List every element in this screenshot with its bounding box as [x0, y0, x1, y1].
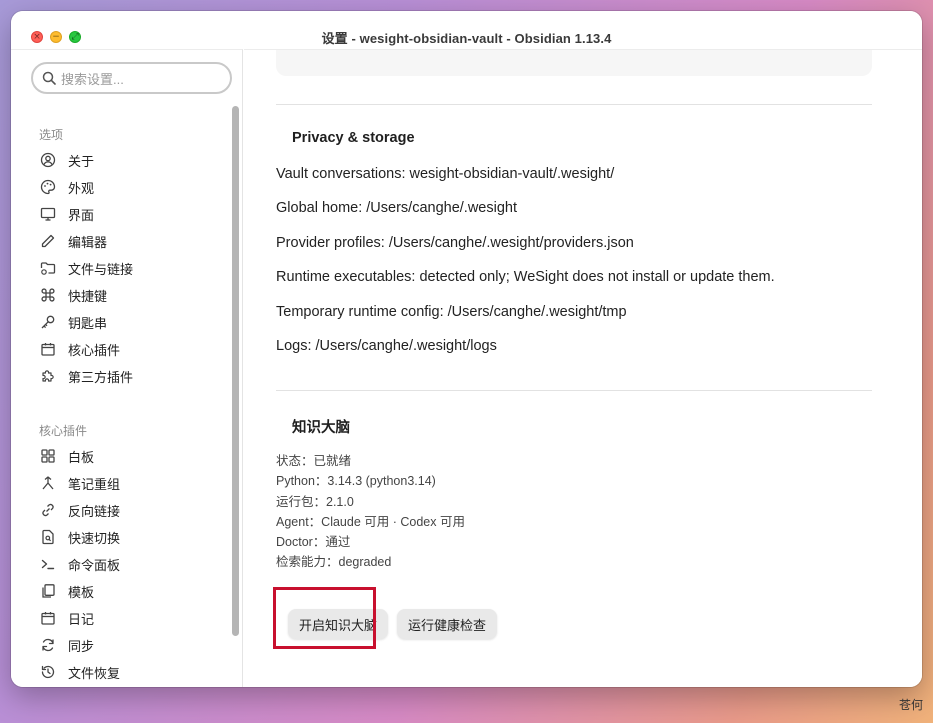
sidebar-item-label: 钥匙串: [68, 315, 108, 331]
sidebar-item-label: 快速切换: [68, 530, 121, 546]
monitor-icon: [39, 205, 57, 223]
sidebar-item-backlinks[interactable]: 反向链接: [33, 497, 229, 523]
sidebar-scrollbar[interactable]: [232, 106, 239, 636]
sidebar-item-label: 关于: [68, 153, 95, 169]
sidebar-item-community-plugins[interactable]: 第三方插件: [33, 363, 229, 389]
sidebar-item-label: 外观: [68, 180, 95, 196]
sync-icon: [39, 636, 57, 654]
previous-section-box: [276, 50, 872, 76]
window-title: 设置 - wesight-obsidian-vault - Obsidian 1…: [321, 31, 612, 46]
sidebar-item-about[interactable]: 关于: [33, 147, 229, 173]
sidebar-item-file-recovery[interactable]: 文件恢复: [33, 659, 229, 685]
user-circle-icon: [39, 151, 57, 169]
search-input[interactable]: [61, 69, 221, 89]
privacy-line: Vault conversations: wesight-obsidian-va…: [276, 166, 615, 182]
sidebar-item-templates[interactable]: 模板: [33, 578, 229, 604]
merge-icon: [39, 474, 57, 492]
sidebar-item-label: 第三方插件: [68, 369, 134, 385]
sidebar-item-label: 模板: [68, 584, 95, 600]
section-divider: [276, 390, 872, 391]
sidebar-item-note-composer[interactable]: 笔记重组: [33, 470, 229, 496]
sidebar-item-files-links[interactable]: 文件与链接: [33, 255, 229, 281]
brain-heading: 知识大脑: [292, 420, 350, 436]
sidebar-item-label: 白板: [68, 449, 95, 465]
sidebar-item-label: 文件与链接: [68, 261, 134, 277]
sidebar-item-appearance[interactable]: 外观: [33, 174, 229, 200]
sidebar-item-command-palette[interactable]: 命令面板: [33, 551, 229, 577]
highlight-box: [273, 587, 376, 649]
folder-link-icon: [39, 259, 57, 277]
command-icon: [39, 286, 57, 304]
brain-status-line: 检索能力：degraded: [276, 555, 392, 569]
history-icon: [39, 663, 57, 681]
options-section-label: 选项: [39, 128, 64, 142]
sidebar-item-sync[interactable]: 同步: [33, 632, 229, 658]
sidebar-item-label: 文件恢复: [68, 665, 121, 681]
key-icon: [39, 313, 57, 331]
search-icon: [42, 71, 56, 85]
settings-content: Privacy & storage Vault conversations: w…: [244, 49, 922, 687]
privacy-heading: Privacy & storage: [292, 130, 415, 146]
terminal-icon: [39, 555, 57, 573]
backlink-icon: [39, 501, 57, 519]
title-bar: × − ⤢ 设置 - wesight-obsidian-vault - Obsi…: [11, 11, 922, 49]
core-plugins-section-label: 核心插件: [39, 424, 88, 438]
palette-icon: [39, 178, 57, 196]
puzzle-icon: [39, 367, 57, 385]
sidebar-item-keychain[interactable]: 钥匙串: [33, 309, 229, 335]
files-icon: [39, 582, 57, 600]
privacy-line: Logs: /Users/canghe/.wesight/logs: [276, 338, 497, 354]
pen-icon: [39, 232, 57, 250]
calendar-plugin-icon: [39, 340, 57, 358]
sidebar-item-canvas[interactable]: 白板: [33, 443, 229, 469]
privacy-line: Temporary runtime config: /Users/canghe/…: [276, 304, 627, 320]
sidebar-item-interface[interactable]: 界面: [33, 201, 229, 227]
brain-status-line: Agent：Claude 可用 · Codex 可用: [276, 515, 465, 529]
sidebar-item-daily-notes[interactable]: 日记: [33, 605, 229, 631]
watermark: 苍何: [898, 698, 923, 712]
sidebar-item-label: 同步: [68, 638, 95, 654]
section-divider: [276, 104, 872, 105]
brain-status-line: Doctor：通过: [276, 535, 351, 549]
sidebar-item-quick-switcher[interactable]: 快速切换: [33, 524, 229, 550]
sidebar-item-hotkeys[interactable]: 快捷键: [33, 282, 229, 308]
calendar-icon: [39, 609, 57, 627]
search-box[interactable]: [31, 62, 232, 94]
privacy-line: Global home: /Users/canghe/.wesight: [276, 200, 517, 216]
sidebar-item-label: 笔记重组: [68, 476, 121, 492]
sidebar-item-label: 反向链接: [68, 503, 121, 519]
privacy-line: Runtime executables: detected only; WeSi…: [276, 269, 775, 285]
sidebar-item-label: 日记: [68, 611, 95, 627]
sidebar-item-label: 界面: [68, 207, 95, 223]
sidebar-item-editor[interactable]: 编辑器: [33, 228, 229, 254]
canvas-icon: [39, 447, 57, 465]
sidebar-item-label: 核心插件: [68, 342, 121, 358]
settings-window: × − ⤢ 设置 - wesight-obsidian-vault - Obsi…: [11, 11, 922, 687]
brain-status-line: Python：3.14.3 (python3.14): [276, 474, 436, 488]
sidebar-item-core-plugins[interactable]: 核心插件: [33, 336, 229, 362]
health-check-button[interactable]: 运行健康检查: [397, 609, 498, 639]
sidebar-item-label: 命令面板: [68, 557, 121, 573]
sidebar-item-label: 编辑器: [68, 234, 108, 250]
brain-status-line: 运行包：2.1.0: [276, 495, 354, 509]
privacy-line: Provider profiles: /Users/canghe/.wesigh…: [276, 235, 634, 251]
sidebar-item-label: 快捷键: [68, 288, 108, 304]
settings-sidebar: 选项 关于 外观 界面 编辑器 文件与链接 快捷键 钥匙串: [11, 49, 243, 687]
file-search-icon: [39, 528, 57, 546]
brain-status-line: 状态：已就绪: [276, 454, 352, 468]
